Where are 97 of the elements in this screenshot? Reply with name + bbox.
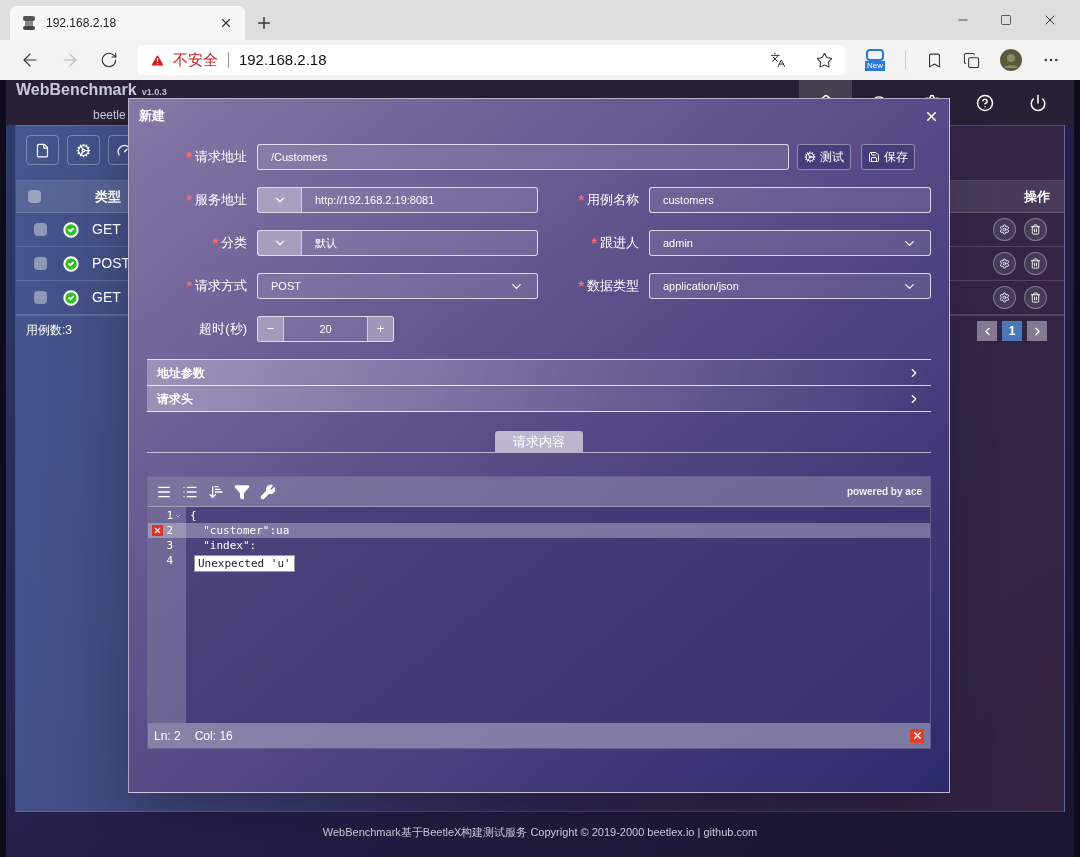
address-bar[interactable]: 不安全 192.168.2.18 bbox=[137, 45, 846, 75]
footer-text: WebBenchmark基于BeetleX构建测试服务 Copyright © 2019-2000 beetlex.io | github.com bbox=[322, 824, 758, 840]
input-field[interactable]: customers bbox=[649, 187, 931, 213]
code-text: { bbox=[189, 508, 197, 523]
browser-tab[interactable]: 192.168.2.18 bbox=[10, 6, 245, 40]
code-text: "customer":ua bbox=[202, 523, 290, 538]
code-editor[interactable]: powered by ace 1 { 2 "customer":ua 3 "index": 4 Unexpected 'u' Ln: 2 Col: 16 bbox=[147, 476, 931, 749]
tab-title: 192.168.2.18 bbox=[46, 15, 118, 32]
next-page-button[interactable] bbox=[1027, 321, 1047, 341]
powered-by-text: powered by ace bbox=[846, 485, 922, 499]
input-field[interactable]: /Customers bbox=[257, 144, 789, 170]
required-mark: * bbox=[578, 276, 584, 296]
maximize-icon[interactable] bbox=[1000, 14, 1012, 26]
delete-button[interactable] bbox=[1024, 252, 1047, 275]
column-position: Col: 16 bbox=[194, 727, 233, 745]
wrench-icon[interactable] bbox=[260, 483, 276, 500]
help-icon bbox=[975, 93, 994, 112]
refresh-icon[interactable] bbox=[99, 51, 118, 69]
test-button[interactable]: 测试 bbox=[797, 144, 851, 170]
modal-title: 新建 bbox=[139, 107, 165, 126]
select-field[interactable]: admin bbox=[649, 230, 931, 256]
trash-icon bbox=[1030, 224, 1041, 235]
check-circle-icon bbox=[63, 255, 79, 272]
line-number: 3 bbox=[166, 538, 173, 553]
checkbox[interactable] bbox=[34, 291, 47, 304]
field-label: 用例名称 bbox=[587, 191, 639, 210]
settings-button[interactable] bbox=[993, 218, 1016, 241]
version-text: v1.0.3 bbox=[141, 87, 167, 97]
settings-button[interactable] bbox=[993, 286, 1016, 309]
line-number: 2 bbox=[166, 523, 173, 538]
case-count: 用例数:3 bbox=[26, 321, 72, 339]
field-label: 服务地址 bbox=[195, 191, 247, 210]
column-header: 操作 bbox=[1024, 187, 1050, 206]
sort-icon[interactable] bbox=[208, 483, 224, 500]
gear-icon bbox=[999, 258, 1010, 269]
star-icon[interactable] bbox=[816, 51, 834, 69]
required-mark: * bbox=[212, 233, 218, 253]
line-number: 1 bbox=[166, 508, 173, 523]
check-circle-icon bbox=[63, 221, 79, 238]
check-circle-icon bbox=[63, 289, 79, 306]
favicon-icon bbox=[22, 15, 36, 31]
delete-button[interactable] bbox=[1024, 286, 1047, 309]
decrement-button[interactable]: − bbox=[258, 317, 284, 341]
app-subtitle: beetle bbox=[93, 108, 126, 122]
app-title: WebBenchmark bbox=[16, 81, 137, 99]
accordion-header[interactable]: 地址参数 bbox=[147, 360, 931, 386]
new-file-button[interactable] bbox=[26, 135, 59, 165]
field-label: 分类 bbox=[221, 234, 247, 253]
required-mark: * bbox=[186, 147, 192, 167]
required-mark: * bbox=[186, 276, 192, 296]
save-button[interactable]: 保存 bbox=[861, 144, 915, 170]
prev-page-button[interactable] bbox=[977, 321, 997, 341]
page-button[interactable]: 1 bbox=[1002, 321, 1022, 341]
translate-icon[interactable] bbox=[770, 52, 787, 68]
trash-icon bbox=[1030, 292, 1041, 303]
settings-button[interactable] bbox=[67, 135, 100, 165]
field-label: 数据类型 bbox=[587, 277, 639, 296]
save-icon bbox=[868, 151, 880, 163]
checkbox[interactable] bbox=[34, 223, 47, 236]
required-mark: * bbox=[578, 190, 584, 210]
field-label: 请求地址 bbox=[195, 148, 247, 167]
security-label: 不安全 bbox=[172, 49, 218, 70]
warning-icon bbox=[149, 52, 165, 68]
line-position: Ln: 2 bbox=[154, 727, 181, 745]
trash-icon bbox=[1030, 258, 1041, 269]
power-icon bbox=[1028, 93, 1047, 112]
file-icon bbox=[35, 142, 50, 158]
new-tab-icon[interactable] bbox=[255, 14, 273, 32]
checkbox[interactable] bbox=[34, 257, 47, 270]
delete-button[interactable] bbox=[1024, 218, 1047, 241]
method-text: GET bbox=[92, 220, 121, 239]
increment-button[interactable]: + bbox=[367, 317, 393, 341]
collections-icon[interactable] bbox=[963, 51, 981, 69]
method-text: GET bbox=[92, 288, 121, 307]
field-label: 请求方式 bbox=[195, 277, 247, 296]
new-badge: New bbox=[865, 61, 886, 71]
close-icon[interactable] bbox=[219, 16, 233, 30]
gear-icon bbox=[999, 224, 1010, 235]
number-field[interactable]: 20 bbox=[284, 320, 367, 338]
field-label: 跟进人 bbox=[600, 234, 639, 253]
required-mark: * bbox=[591, 233, 597, 253]
settings-button[interactable] bbox=[993, 252, 1016, 275]
code-text: "index": bbox=[202, 538, 257, 553]
gear-icon bbox=[999, 292, 1010, 303]
filter-icon[interactable] bbox=[234, 483, 250, 500]
url-text: 192.168.2.18 bbox=[238, 49, 328, 70]
line-number: 4 bbox=[166, 553, 173, 568]
error-tooltip: Unexpected 'u' bbox=[194, 555, 295, 572]
method-text: POST bbox=[92, 254, 131, 273]
select-field[interactable]: application/json bbox=[649, 273, 931, 299]
select-field[interactable]: POST bbox=[257, 273, 538, 299]
column-header: 类型 bbox=[95, 187, 121, 206]
field-label: 超时(秒) bbox=[199, 320, 247, 339]
avatar-icon[interactable] bbox=[1000, 49, 1023, 71]
accordion-header[interactable]: 请求头 bbox=[147, 386, 931, 412]
checkbox[interactable] bbox=[28, 190, 41, 203]
required-mark: * bbox=[186, 190, 192, 210]
